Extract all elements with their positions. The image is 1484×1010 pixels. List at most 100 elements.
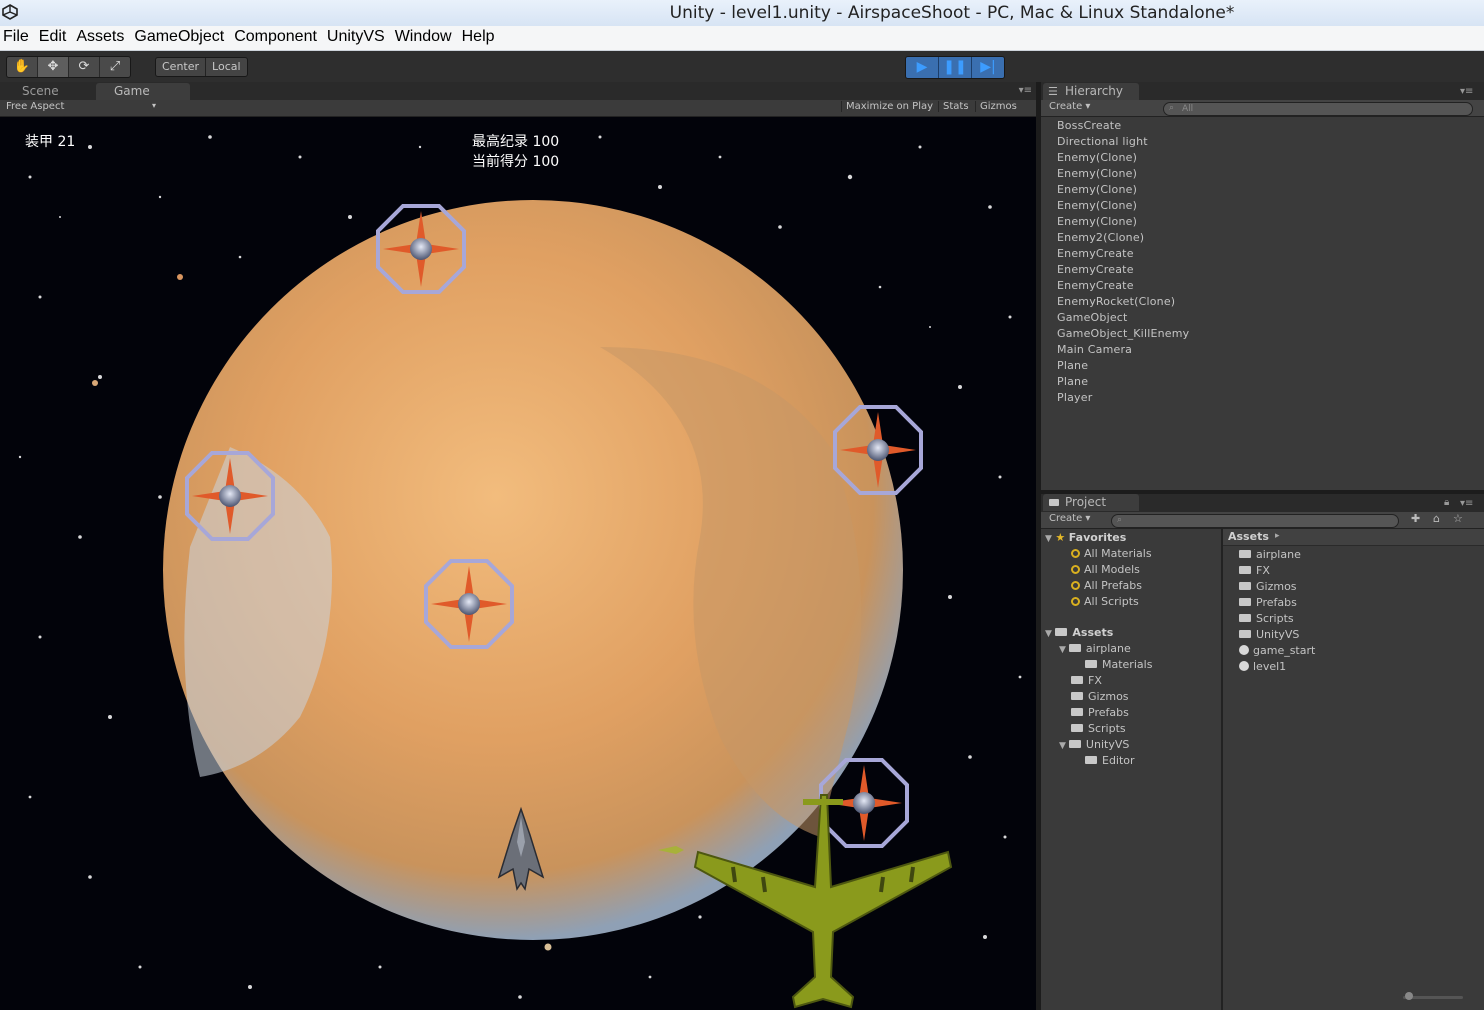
pause-icon[interactable]: ❚❚ — [939, 57, 972, 78]
favorite-star-icon[interactable]: ☆ — [1453, 512, 1463, 525]
hierarchy-create-dropdown[interactable]: Create ▾ — [1049, 101, 1090, 112]
chevron-right-icon: ▸ — [1275, 531, 1280, 541]
armor-label: 装甲 21 — [25, 134, 76, 150]
asset-item[interactable]: FX — [1239, 563, 1270, 579]
hierarchy-item[interactable]: Enemy(Clone) — [1057, 182, 1189, 198]
tree-folder[interactable]: Scripts — [1071, 721, 1126, 737]
asset-item[interactable]: Scripts — [1239, 611, 1294, 627]
menu-component[interactable]: Component — [231, 26, 322, 46]
asset-item[interactable]: UnityVS — [1239, 627, 1299, 643]
menu-edit[interactable]: Edit — [36, 26, 72, 46]
gizmos-dropdown[interactable]: Gizmos — [975, 101, 1021, 112]
tab-scene[interactable]: Scene — [4, 83, 102, 100]
hierarchy-item[interactable]: GameObject — [1057, 310, 1189, 326]
favorites-label: Favorites — [1068, 531, 1127, 544]
play-icon[interactable]: ▶ — [906, 57, 939, 78]
tab-hierarchy[interactable]: ☰ Hierarchy — [1043, 83, 1139, 100]
favorite-item[interactable]: All Materials — [1071, 546, 1152, 562]
favorites-section[interactable]: ▼ ★ Favorites — [1045, 530, 1126, 546]
tree-folder[interactable]: ▼ UnityVS — [1059, 737, 1129, 753]
assets-section[interactable]: ▼ Assets — [1045, 625, 1113, 641]
zoom-slider-handle[interactable] — [1405, 992, 1413, 1000]
label-tag-icon[interactable]: ⌂ — [1433, 512, 1440, 525]
tree-folder[interactable]: ▼ airplane — [1059, 641, 1131, 657]
hierarchy-item[interactable]: Enemy(Clone) — [1057, 166, 1189, 182]
hierarchy-item[interactable]: EnemyCreate — [1057, 246, 1189, 262]
folder-icon — [1071, 724, 1083, 732]
tab-menu-icon[interactable]: ▾≡ — [1019, 85, 1032, 96]
favorite-item[interactable]: All Models — [1071, 562, 1140, 578]
menu-unityvs[interactable]: UnityVS — [324, 26, 390, 46]
folder-icon — [1239, 598, 1251, 606]
menu-assets[interactable]: Assets — [73, 26, 129, 46]
hierarchy-item[interactable]: EnemyRocket(Clone) — [1057, 294, 1189, 310]
aspect-dropdown[interactable]: Free Aspect — [6, 101, 64, 112]
panel-menu-icon[interactable]: ▾≡ — [1460, 86, 1473, 97]
folder-icon — [1239, 566, 1251, 574]
asset-item[interactable]: Gizmos — [1239, 579, 1297, 595]
hierarchy-item[interactable]: Enemy2(Clone) — [1057, 230, 1189, 246]
breadcrumb-assets[interactable]: Assets — [1228, 530, 1269, 543]
hierarchy-item[interactable]: Plane — [1057, 374, 1189, 390]
tree-folder[interactable]: Editor — [1085, 753, 1135, 769]
tree-folder[interactable]: FX — [1071, 673, 1102, 689]
playback-controls: ▶ ❚❚ ▶| — [905, 56, 1005, 79]
favorite-item[interactable]: All Prefabs — [1071, 578, 1142, 594]
hierarchy-item[interactable]: Plane — [1057, 358, 1189, 374]
panel-menu-icon[interactable]: ▾≡ — [1460, 498, 1473, 509]
folder-icon — [1049, 494, 1064, 511]
tree-folder[interactable]: Gizmos — [1071, 689, 1129, 705]
hierarchy-item[interactable]: EnemyCreate — [1057, 262, 1189, 278]
asset-item[interactable]: Prefabs — [1239, 595, 1297, 611]
transform-tools: ✋ ✥ ⟳ ⤢ — [6, 56, 131, 78]
folder-icon — [1071, 708, 1083, 716]
hierarchy-item[interactable]: Directional light — [1057, 134, 1189, 150]
tree-folder[interactable]: Prefabs — [1071, 705, 1129, 721]
hierarchy-item[interactable]: Enemy(Clone) — [1057, 214, 1189, 230]
asset-item[interactable]: game_start — [1239, 643, 1315, 659]
step-icon[interactable]: ▶| — [972, 57, 1004, 78]
breadcrumb: Assets ▸ — [1223, 529, 1484, 546]
hierarchy-search-input[interactable]: ⌕ All — [1163, 102, 1473, 116]
hierarchy-item[interactable]: BossCreate — [1057, 118, 1189, 134]
menu-window[interactable]: Window — [392, 26, 457, 46]
rotate-icon[interactable]: ⟳ — [69, 57, 100, 77]
hand-icon[interactable]: ✋ — [7, 57, 38, 77]
hierarchy-item[interactable]: Player — [1057, 390, 1189, 406]
menu-gameobject[interactable]: GameObject — [131, 26, 229, 46]
folder-icon — [1239, 614, 1251, 622]
list-icon: ☰ — [1048, 85, 1058, 98]
asset-label: Scripts — [1256, 612, 1294, 625]
tab-project[interactable]: Project — [1043, 494, 1139, 511]
hierarchy-item[interactable]: GameObject_KillEnemy — [1057, 326, 1189, 342]
stats-toggle[interactable]: Stats — [938, 101, 973, 112]
folder-icon — [1071, 676, 1083, 684]
maximize-on-play-toggle[interactable]: Maximize on Play — [841, 101, 937, 112]
project-create-dropdown[interactable]: Create ▾ — [1049, 513, 1090, 524]
hierarchy-item[interactable]: EnemyCreate — [1057, 278, 1189, 294]
move-icon[interactable]: ✥ — [38, 57, 69, 77]
pivot-local-button[interactable]: Local — [206, 58, 247, 76]
tree-folder[interactable]: Materials — [1085, 657, 1152, 673]
chevron-down-icon: ▼ — [1059, 741, 1066, 751]
hierarchy-item[interactable]: Enemy(Clone) — [1057, 198, 1189, 214]
game-view[interactable]: 装甲 21 最高纪录 100 当前得分 100 — [0, 117, 1036, 1010]
favorite-label: All Scripts — [1084, 595, 1139, 608]
filter-type-icon[interactable]: ✚ — [1411, 512, 1420, 525]
favorite-item[interactable]: All Scripts — [1071, 594, 1139, 610]
tab-game[interactable]: Game — [96, 83, 190, 100]
asset-label: FX — [1256, 564, 1270, 577]
pivot-center-button[interactable]: Center — [156, 58, 207, 76]
menu-file[interactable]: File — [0, 26, 34, 46]
chevron-down-icon: ▼ — [1045, 534, 1052, 544]
menu-help[interactable]: Help — [459, 26, 500, 46]
lock-icon[interactable]: 🔒︎ — [1444, 497, 1449, 508]
asset-label: Gizmos — [1256, 580, 1297, 593]
asset-item[interactable]: airplane — [1239, 547, 1301, 563]
project-search-input[interactable]: ⌕ — [1111, 514, 1399, 528]
asset-label: airplane — [1256, 548, 1301, 561]
hierarchy-item[interactable]: Enemy(Clone) — [1057, 150, 1189, 166]
asset-item[interactable]: level1 — [1239, 659, 1286, 675]
hierarchy-item[interactable]: Main Camera — [1057, 342, 1189, 358]
scale-icon[interactable]: ⤢ — [100, 57, 130, 77]
